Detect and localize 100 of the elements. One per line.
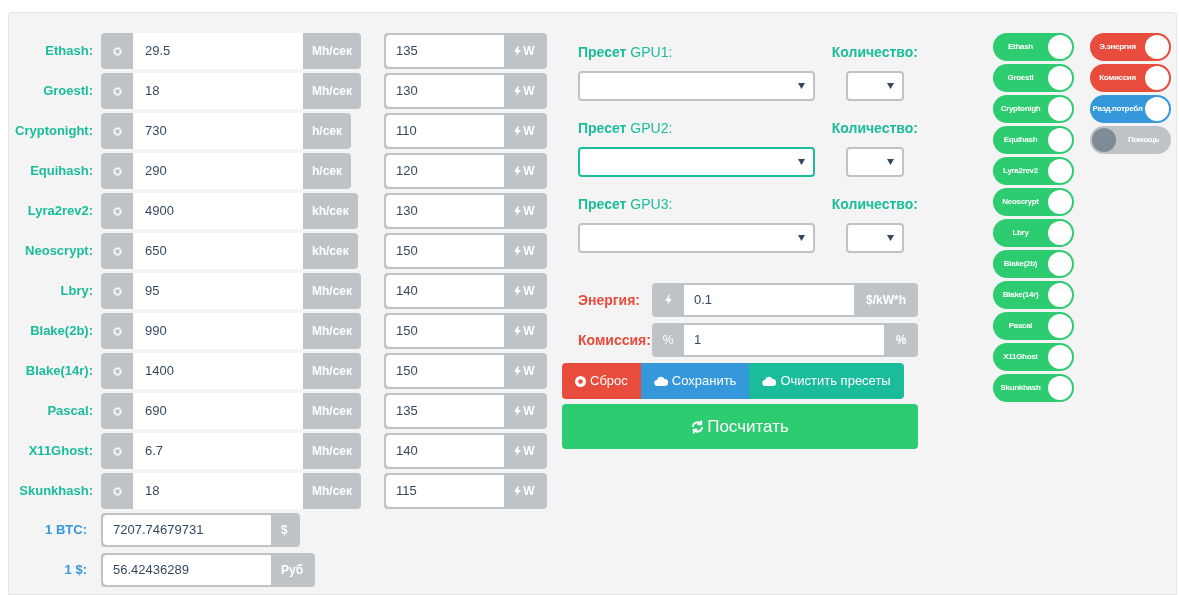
algorithm-label: Ethash:: [44, 42, 94, 61]
toggle-knob: [1048, 35, 1072, 59]
unit-label: h/сек: [311, 163, 344, 180]
hashrate-field[interactable]: 18 Mh/сек: [101, 473, 361, 509]
quantity-select[interactable]: [846, 223, 904, 253]
chip-icon: [112, 126, 122, 136]
power-unit: W: [523, 363, 535, 380]
rate-field[interactable]: 56.42436289 Руб: [101, 553, 316, 587]
power-field[interactable]: 135 W: [384, 33, 547, 69]
power-unit: W: [523, 483, 535, 500]
lightning-icon: [514, 166, 522, 176]
chip-icon: [112, 366, 122, 376]
algorithm-label: Neoscrypt:: [24, 242, 94, 261]
chip-icon: [112, 286, 122, 296]
algorithm-label: Blake(14r):: [24, 362, 94, 381]
power-unit: W: [523, 443, 535, 460]
rate-value: 7207.74679731: [103, 515, 271, 545]
lightning-icon: [514, 286, 522, 296]
cost-field[interactable]: 0.1 $/kW*h: [652, 283, 918, 317]
unit-label: Mh/сек: [311, 43, 353, 60]
power-value: 110: [386, 115, 504, 147]
toggle-knob: [1092, 128, 1116, 152]
hashrate-field[interactable]: 29.5 Mh/сек: [101, 33, 361, 69]
toggle-switch[interactable]: Комиссия: [1090, 64, 1171, 92]
unit-label: kh/сек: [311, 203, 350, 220]
rate-field[interactable]: 7207.74679731 $: [101, 513, 300, 547]
power-field[interactable]: 130 W: [384, 73, 547, 109]
hashrate-value: 6.7: [133, 433, 303, 469]
power-unit: W: [523, 123, 535, 140]
power-field[interactable]: 115 W: [384, 473, 547, 509]
hashrate-field[interactable]: 6.7 Mh/сек: [101, 433, 361, 469]
quantity-select[interactable]: [846, 147, 904, 177]
toggle-knob: [1048, 66, 1072, 90]
power-field[interactable]: 140 W: [384, 433, 547, 469]
power-unit: W: [523, 243, 535, 260]
hashrate-value: 730: [133, 113, 303, 149]
currency-label: Руб: [280, 562, 305, 579]
power-field[interactable]: 120 W: [384, 153, 547, 189]
hashrate-field[interactable]: 650 kh/сек: [101, 233, 358, 269]
power-field[interactable]: 110 W: [384, 113, 547, 149]
hashrate-value: 690: [133, 393, 303, 429]
toggle-knob: [1048, 128, 1072, 152]
hashrate-value: 990: [133, 313, 303, 349]
hashrate-field[interactable]: 690 Mh/сек: [101, 393, 361, 429]
toggle-label: Lbry: [1012, 227, 1029, 239]
lightning-icon: [514, 406, 522, 416]
quantity-select[interactable]: [846, 71, 904, 101]
hashrate-field[interactable]: 1400 Mh/сек: [101, 353, 361, 389]
cost-value: 0.1: [684, 285, 854, 315]
hashrate-value: 18: [133, 473, 303, 509]
toggle-knob: [1048, 314, 1072, 338]
percent-sign: %: [662, 332, 674, 349]
power-field[interactable]: 150 W: [384, 353, 547, 389]
toggle-label: Equihash: [1003, 134, 1038, 146]
algorithm-label: Skunkhash:: [18, 482, 94, 501]
unit-label: Mh/сек: [311, 403, 353, 420]
hashrate-field[interactable]: 730 h/сек: [101, 113, 352, 149]
power-unit: W: [523, 43, 535, 60]
power-value: 150: [386, 235, 504, 267]
power-value: 150: [386, 355, 504, 387]
currency-label: $: [280, 522, 289, 539]
toggle-knob: [1145, 35, 1169, 59]
reset-icon: [575, 375, 586, 387]
toggle-knob: [1048, 252, 1072, 276]
power-unit: W: [523, 83, 535, 100]
hashrate-field[interactable]: 290 h/сек: [101, 153, 352, 189]
toggle-label: Разд.потребл: [1092, 103, 1143, 115]
hashrate-field[interactable]: 18 Mh/сек: [101, 73, 361, 109]
lightning-icon: [514, 126, 522, 136]
chip-icon: [112, 406, 122, 416]
power-value: 140: [386, 435, 504, 467]
algorithm-label: Blake(2b):: [29, 322, 94, 341]
toggle-knob: [1048, 159, 1072, 183]
toggle-label: Groestl: [1007, 72, 1034, 84]
toggle-switch[interactable]: Э.энергия: [1090, 33, 1171, 61]
hashrate-field[interactable]: 4900 kh/сек: [101, 193, 358, 229]
reset-button[interactable]: Сброс: [562, 363, 641, 399]
power-unit: W: [523, 203, 535, 220]
algorithm-label: Equihash:: [29, 162, 94, 181]
preset-select[interactable]: [578, 71, 815, 101]
power-field[interactable]: 150 W: [384, 233, 547, 269]
preset-select[interactable]: [578, 223, 815, 253]
power-field[interactable]: 130 W: [384, 193, 547, 229]
hashrate-value: 4900: [133, 193, 303, 229]
power-unit: W: [523, 323, 535, 340]
algorithm-label: X11Ghost:: [27, 442, 94, 461]
unit-label: Mh/сек: [311, 323, 353, 340]
preset-select[interactable]: [578, 147, 815, 177]
toggle-knob: [1145, 66, 1169, 90]
preset-label: Пресет GPU3:: [578, 195, 674, 214]
lightning-icon: [514, 446, 522, 456]
preset-label: Пресет GPU2:: [578, 119, 674, 138]
hashrate-field[interactable]: 990 Mh/сек: [101, 313, 361, 349]
cost-field[interactable]: % 1 %: [652, 323, 918, 357]
power-field[interactable]: 140 W: [384, 273, 547, 309]
toggle-label: Комиссия: [1099, 72, 1136, 84]
power-value: 135: [386, 395, 504, 427]
power-field[interactable]: 135 W: [384, 393, 547, 429]
hashrate-field[interactable]: 95 Mh/сек: [101, 273, 361, 309]
power-field[interactable]: 150 W: [384, 313, 547, 349]
